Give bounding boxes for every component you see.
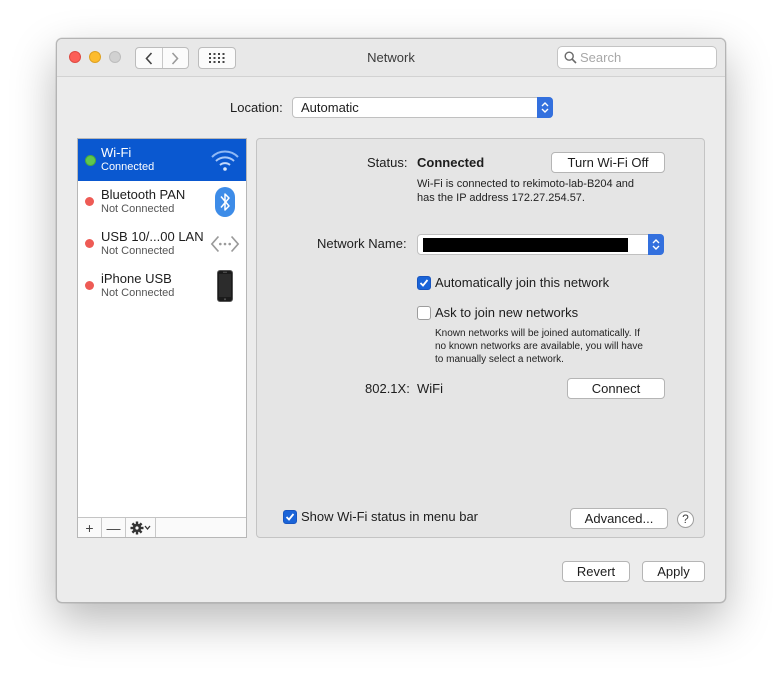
status-value: Connected [417,155,485,170]
status-description-line2: has the IP address 172.27.254.57. [417,192,585,204]
search-input[interactable] [580,49,710,66]
turn-wifi-off-button[interactable]: Turn Wi-Fi Off [551,152,665,173]
revert-button[interactable]: Revert [562,561,630,582]
auto-join-label[interactable]: Automatically join this network [435,275,609,290]
bluetooth-icon [210,187,240,217]
service-status: Connected [101,161,155,173]
service-name: USB 10/...00 LAN [101,229,204,244]
service-item-iphone-usb[interactable]: iPhone USB Not Connected [78,265,246,307]
ask-join-description-line2: no known networks are available, you wil… [435,341,643,352]
advanced-button[interactable]: Advanced... [570,508,668,529]
service-list: Wi-Fi Connected Bluetooth PAN Not Connec… [77,138,247,538]
service-name: Wi-Fi [101,145,132,160]
wifi-icon [210,145,240,175]
title-bar: Network [57,39,725,77]
show-status-checkbox[interactable] [283,510,297,524]
checkmark-icon [419,279,429,287]
search-icon [564,51,577,64]
apply-button[interactable]: Apply [642,561,705,582]
gear-icon [130,521,150,534]
service-item-wifi[interactable]: Wi-Fi Connected [78,139,246,181]
status-dot [85,155,96,166]
connect-button[interactable]: Connect [567,378,665,399]
dot1x-label: 802.1X: [365,381,410,396]
location-value: Automatic [301,100,359,115]
status-description-line1: Wi-Fi is connected to rekimoto-lab-B204 … [417,178,635,190]
iphone-icon [210,270,240,302]
redacted-network-name [423,238,628,252]
service-name: iPhone USB [101,271,172,286]
add-service-button[interactable]: + [78,518,102,537]
dot1x-value: WiFi [417,381,443,396]
status-dot [85,239,94,248]
network-preferences-window: Network Location: Automatic Wi-Fi Connec… [56,38,726,603]
search-field[interactable] [557,46,717,69]
show-status-label[interactable]: Show Wi-Fi status in menu bar [301,509,478,524]
service-status: Not Connected [101,245,175,257]
auto-join-checkbox[interactable] [417,276,431,290]
remove-service-button[interactable]: — [102,518,126,537]
status-dot [85,197,94,206]
popup-arrows-icon [648,234,664,255]
ask-join-description-line1: Known networks will be joined automatica… [435,328,640,339]
popup-arrows-icon [537,97,553,118]
service-name: Bluetooth PAN [101,187,186,202]
location-popup[interactable]: Automatic [292,97,553,118]
service-list-toolbar: + — [78,517,246,537]
network-name-popup[interactable] [417,234,664,255]
action-menu-button[interactable] [126,518,156,537]
service-status: Not Connected [101,203,175,215]
service-item-usb-lan[interactable]: USB 10/...00 LAN Not Connected [78,223,246,265]
status-label: Status: [367,155,408,170]
checkmark-icon [285,513,295,521]
service-item-bluetooth-pan[interactable]: Bluetooth PAN Not Connected [78,181,246,223]
ask-join-checkbox[interactable] [417,306,431,320]
network-name-label: Network Name: [317,236,407,251]
ask-join-label[interactable]: Ask to join new networks [435,305,578,320]
help-button[interactable]: ? [677,511,694,528]
ethernet-icon [210,229,240,259]
location-label: Location: [230,100,283,115]
wifi-detail-panel: Status: Connected Turn Wi-Fi Off Wi-Fi i… [256,138,705,538]
ask-join-description-line3: to manually select a network. [435,354,564,365]
status-dot [85,281,94,290]
service-status: Not Connected [101,287,175,299]
